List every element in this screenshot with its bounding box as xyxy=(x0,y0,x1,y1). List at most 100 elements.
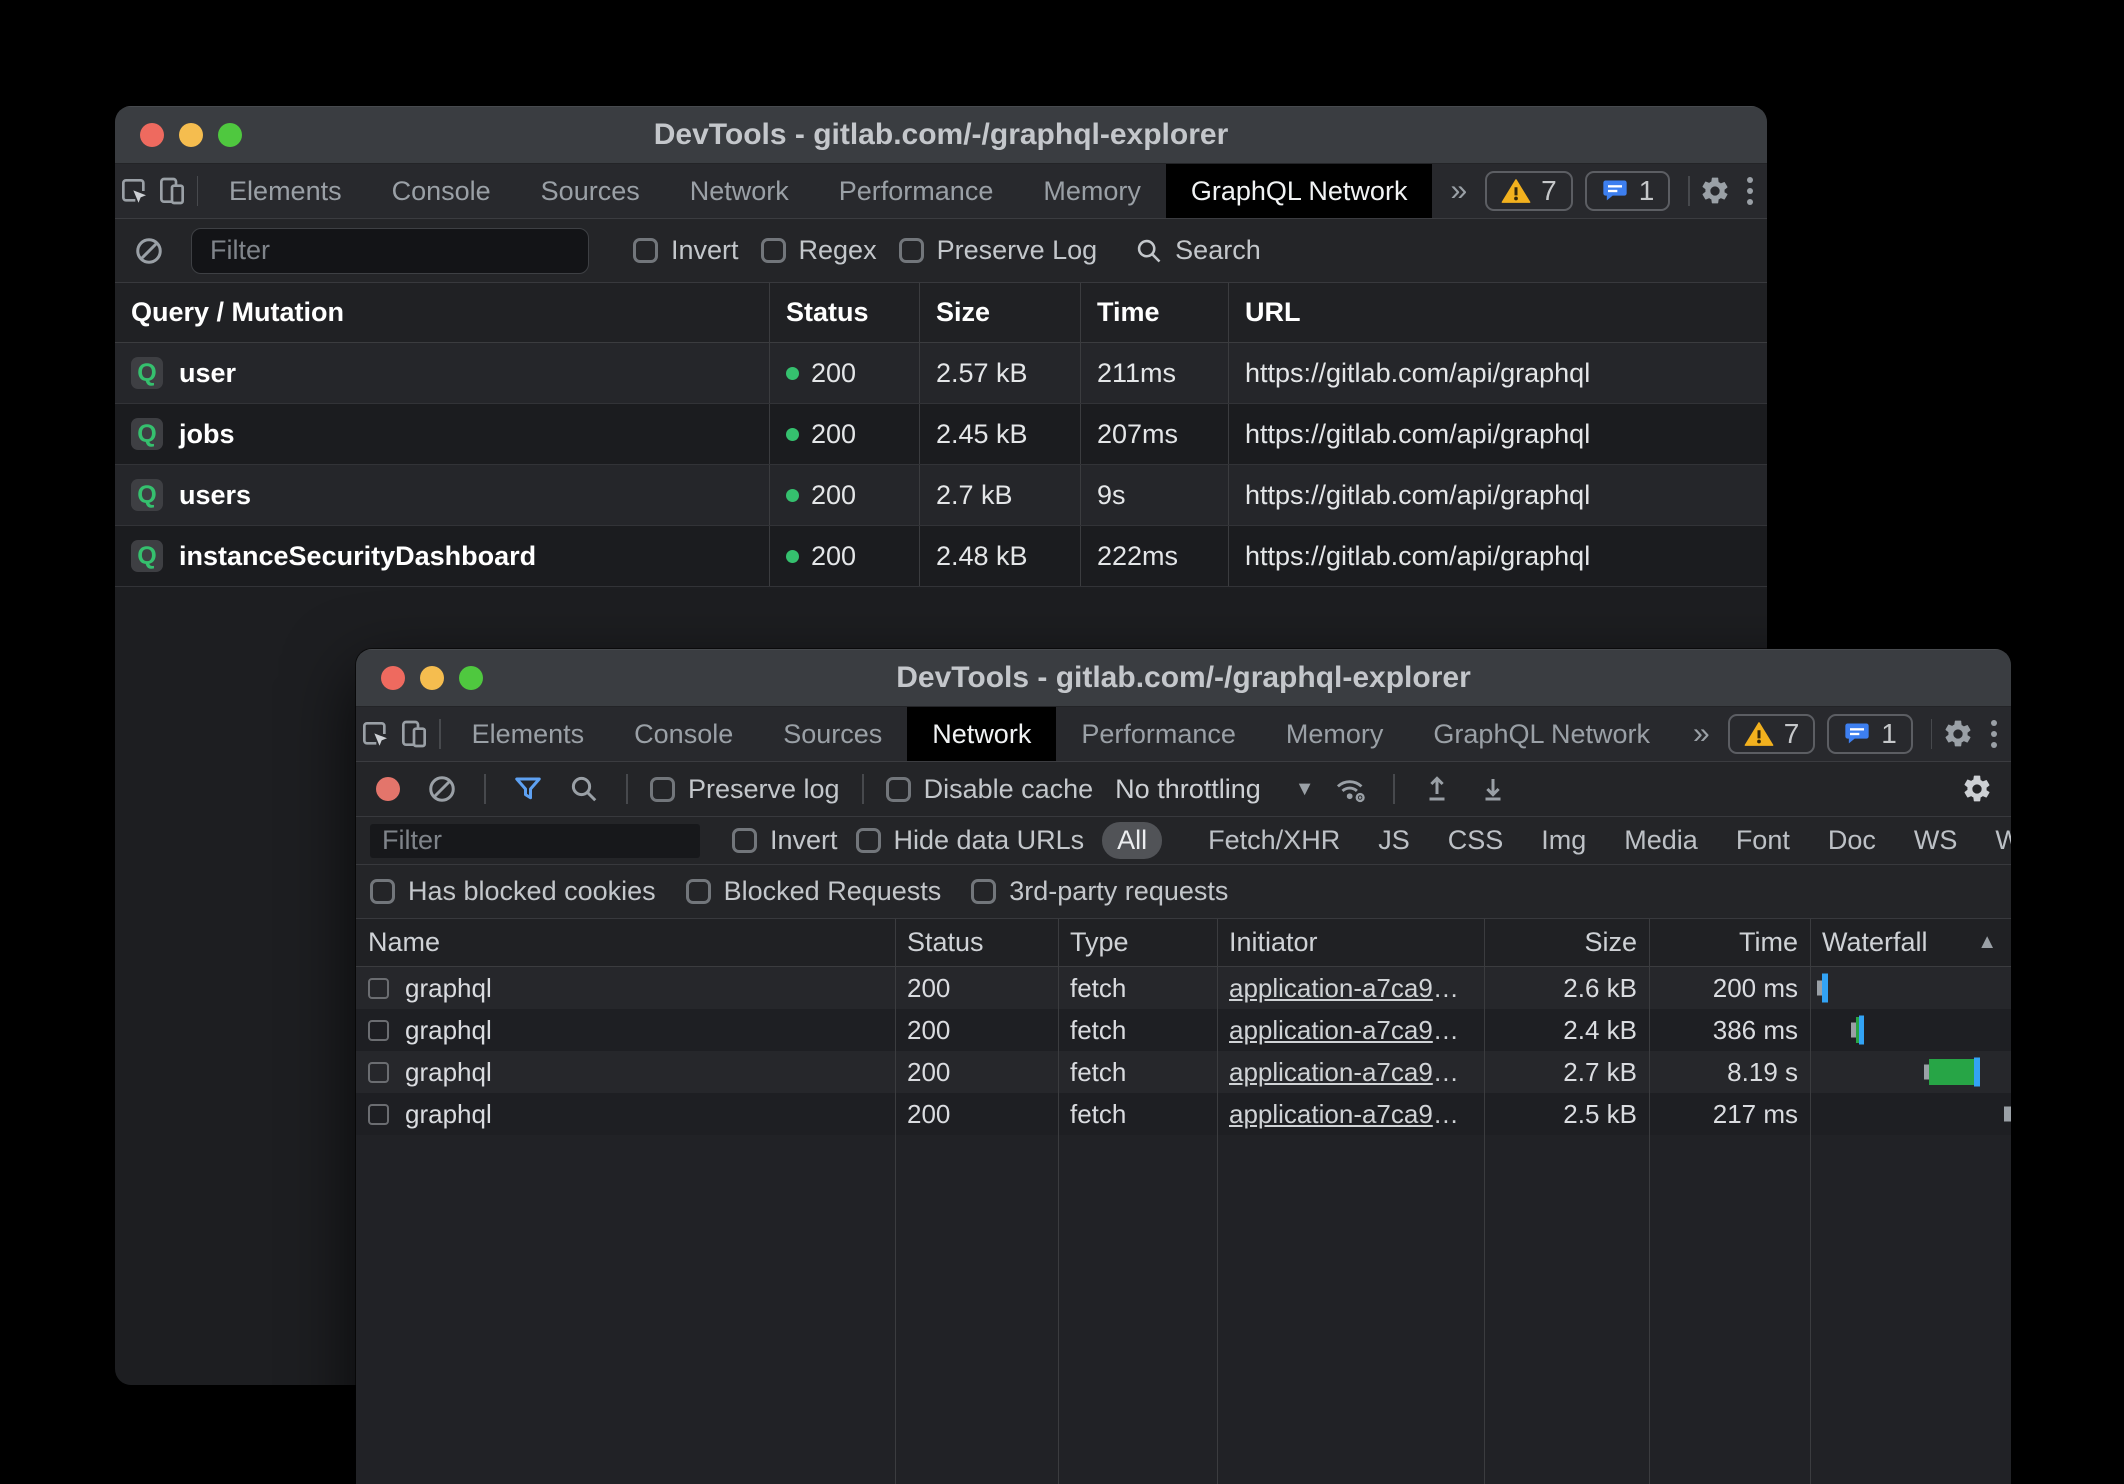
column-header-name[interactable]: Name xyxy=(356,919,895,966)
messages-badge[interactable]: 1 xyxy=(1827,714,1913,754)
initiator-link[interactable]: application-a7ca9d0… xyxy=(1229,1015,1467,1046)
device-toolbar-icon[interactable] xyxy=(395,707,434,761)
tab-graphql-network[interactable]: GraphQL Network xyxy=(1408,707,1675,761)
filter-input[interactable] xyxy=(191,228,589,274)
table-row[interactable]: Qjobs 200 2.45 kB 207ms https://gitlab.c… xyxy=(115,404,1767,465)
devtools-window-network: DevTools - gitlab.com/-/graphql-explorer… xyxy=(356,649,2011,1484)
warnings-badge[interactable]: 7 xyxy=(1485,171,1573,211)
tab-graphql-network[interactable]: GraphQL Network xyxy=(1166,164,1433,218)
column-header-initiator[interactable]: Initiator xyxy=(1217,919,1484,966)
column-header-time[interactable]: Time xyxy=(1081,283,1229,342)
tab-network[interactable]: Network xyxy=(665,164,814,218)
messages-badge[interactable]: 1 xyxy=(1585,171,1671,211)
table-row[interactable]: Quser 200 2.57 kB 211ms https://gitlab.c… xyxy=(115,343,1767,404)
tab-elements[interactable]: Elements xyxy=(447,707,610,761)
tab-console[interactable]: Console xyxy=(367,164,516,218)
column-header-time[interactable]: Time xyxy=(1649,919,1810,966)
export-har-icon[interactable] xyxy=(1473,774,1513,804)
initiator-link[interactable]: application-a7ca9d0… xyxy=(1229,1099,1467,1130)
tab-network[interactable]: Network xyxy=(907,707,1056,761)
invert-checkbox[interactable]: Invert xyxy=(732,825,838,856)
titlebar[interactable]: DevTools - gitlab.com/-/graphql-explorer xyxy=(115,106,1767,164)
sort-ascending-icon[interactable]: ▲ xyxy=(1977,931,2011,954)
more-tabs-icon[interactable]: » xyxy=(1432,164,1485,218)
table-row[interactable]: graphql 200 fetch application-a7ca9d0… 2… xyxy=(356,1093,2011,1135)
row-checkbox[interactable] xyxy=(368,1062,389,1083)
network-conditions-icon[interactable] xyxy=(1331,773,1371,805)
filter-chip-doc[interactable]: Doc xyxy=(1818,822,1886,859)
network-settings-gear-icon[interactable] xyxy=(1957,773,1997,805)
tab-sources[interactable]: Sources xyxy=(516,164,665,218)
table-row[interactable]: QinstanceSecurityDashboard 200 2.48 kB 2… xyxy=(115,526,1767,587)
record-network-log-button[interactable] xyxy=(376,777,400,801)
table-row[interactable]: Qusers 200 2.7 kB 9s https://gitlab.com/… xyxy=(115,465,1767,526)
tab-performance[interactable]: Performance xyxy=(814,164,1019,218)
import-har-icon[interactable] xyxy=(1417,774,1457,804)
column-header-size[interactable]: Size xyxy=(1484,919,1649,966)
hide-data-urls-checkbox[interactable]: Hide data URLs xyxy=(856,825,1085,856)
column-header-size[interactable]: Size xyxy=(920,283,1081,342)
block-requests-icon[interactable] xyxy=(129,236,169,266)
row-checkbox[interactable] xyxy=(368,978,389,999)
column-header-url[interactable]: URL xyxy=(1229,283,1767,342)
blocked-requests-checkbox[interactable]: Blocked Requests xyxy=(686,876,942,907)
inspect-element-icon[interactable] xyxy=(356,707,395,761)
settings-gear-icon[interactable] xyxy=(1938,707,1977,761)
row-checkbox[interactable] xyxy=(368,1104,389,1125)
table-row[interactable]: graphql 200 fetch application-a7ca9d0… 2… xyxy=(356,967,2011,1009)
filter-chip-wasm[interactable]: Wasm xyxy=(1985,822,2011,859)
device-toolbar-icon[interactable] xyxy=(153,164,191,218)
filter-chip-media[interactable]: Media xyxy=(1614,822,1708,859)
tab-memory[interactable]: Memory xyxy=(1018,164,1166,218)
tab-memory[interactable]: Memory xyxy=(1261,707,1409,761)
filter-chip-ws[interactable]: WS xyxy=(1904,822,1968,859)
divider xyxy=(862,774,864,804)
messages-count: 1 xyxy=(1881,718,1897,750)
filter-chip-js[interactable]: JS xyxy=(1368,822,1420,859)
more-options-icon[interactable] xyxy=(1977,707,2011,761)
table-row[interactable]: graphql 200 fetch application-a7ca9d0… 2… xyxy=(356,1009,2011,1051)
more-options-icon[interactable] xyxy=(1734,164,1767,218)
tab-performance[interactable]: Performance xyxy=(1056,707,1261,761)
settings-gear-icon[interactable] xyxy=(1696,164,1734,218)
column-header-query-mutation[interactable]: Query / Mutation xyxy=(115,283,770,342)
regex-checkbox[interactable]: Regex xyxy=(761,235,877,266)
filter-chip-img[interactable]: Img xyxy=(1531,822,1596,859)
has-blocked-cookies-checkbox[interactable]: Has blocked cookies xyxy=(370,876,656,907)
column-header-status[interactable]: Status xyxy=(895,919,1058,966)
divider xyxy=(1393,774,1395,804)
filter-chip-font[interactable]: Font xyxy=(1726,822,1800,859)
more-tabs-icon[interactable]: » xyxy=(1675,707,1728,761)
filter-chip-fetch-xhr[interactable]: Fetch/XHR xyxy=(1198,822,1350,859)
filter-chip-css[interactable]: CSS xyxy=(1438,822,1514,859)
titlebar[interactable]: DevTools - gitlab.com/-/graphql-explorer xyxy=(356,649,2011,707)
invert-checkbox[interactable]: Invert xyxy=(633,235,739,266)
throttling-select[interactable]: No throttling ▼ xyxy=(1115,774,1314,805)
warnings-badge[interactable]: 7 xyxy=(1728,714,1816,754)
tab-console[interactable]: Console xyxy=(609,707,758,761)
column-header-waterfall[interactable]: Waterfall ▲ xyxy=(1810,919,2011,966)
disable-cache-checkbox[interactable]: Disable cache xyxy=(886,774,1094,805)
inspect-element-icon[interactable] xyxy=(115,164,153,218)
column-header-type[interactable]: Type xyxy=(1058,919,1217,966)
search-icon[interactable] xyxy=(564,774,604,804)
column-header-status[interactable]: Status xyxy=(770,283,920,342)
status-dot xyxy=(786,367,799,380)
url-cell: https://gitlab.com/api/graphql xyxy=(1229,343,1767,403)
network-filter-input[interactable] xyxy=(370,824,700,858)
third-party-requests-checkbox[interactable]: 3rd-party requests xyxy=(971,876,1228,907)
tab-elements[interactable]: Elements xyxy=(204,164,367,218)
search-control[interactable]: Search xyxy=(1135,235,1261,266)
preserve-log-checkbox[interactable]: Preserve Log xyxy=(899,235,1098,266)
initiator-link[interactable]: application-a7ca9d0… xyxy=(1229,1057,1467,1088)
window-title: DevTools - gitlab.com/-/graphql-explorer xyxy=(356,661,2011,695)
table-row[interactable]: graphql 200 fetch application-a7ca9d0… 2… xyxy=(356,1051,2011,1093)
filter-funnel-icon[interactable] xyxy=(508,774,548,804)
row-checkbox[interactable] xyxy=(368,1020,389,1041)
filter-chip-all[interactable]: All xyxy=(1102,822,1162,859)
tab-sources[interactable]: Sources xyxy=(758,707,907,761)
clear-network-log-icon[interactable] xyxy=(422,774,462,804)
status-dot xyxy=(786,550,799,563)
initiator-link[interactable]: application-a7ca9d0… xyxy=(1229,973,1467,1004)
preserve-log-checkbox[interactable]: Preserve log xyxy=(650,774,840,805)
